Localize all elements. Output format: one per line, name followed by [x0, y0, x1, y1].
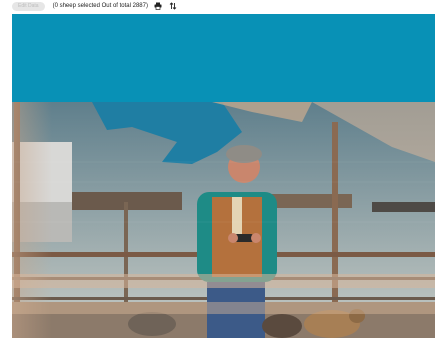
sort-icon[interactable]: [169, 2, 178, 11]
hero-photo: [12, 102, 435, 338]
toolbar: Edit Data (0 sheep selected Out of total…: [0, 0, 446, 12]
hero-banner: [12, 14, 435, 102]
edit-data-button[interactable]: Edit Data: [12, 1, 45, 11]
print-icon[interactable]: [154, 2, 163, 11]
selection-count-text: (0 sheep selected Out of total 2887): [52, 3, 148, 9]
